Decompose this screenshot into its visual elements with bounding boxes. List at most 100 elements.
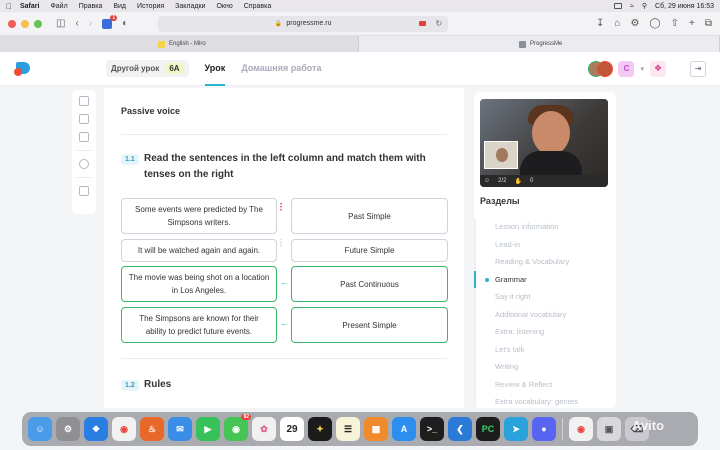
menu-clock[interactable]: Сб, 29 июня 16:53 — [655, 3, 714, 10]
match-right-card-3[interactable]: Past Continuous — [291, 266, 448, 302]
section-item[interactable]: Let's talk — [474, 340, 616, 358]
forward-icon[interactable]: › — [89, 18, 92, 29]
section-item[interactable]: Extra vocabulary: genres — [474, 393, 616, 408]
layout-icon[interactable] — [79, 186, 89, 196]
wifi-icon[interactable]: ≈ — [630, 3, 634, 10]
pycharm-icon[interactable]: PC — [476, 417, 500, 441]
other-lesson-button[interactable]: Другой урок 6А — [106, 60, 189, 77]
match-right-card-2[interactable]: Future Simple — [291, 239, 448, 262]
camera-recording-icon[interactable] — [419, 21, 427, 26]
timer-icon[interactable] — [79, 159, 89, 169]
apple-icon[interactable]:  — [6, 2, 12, 11]
video-status-bar: ☺ 2/2 ✋ 0 — [480, 175, 608, 187]
finder-icon[interactable]: ☺ — [28, 417, 52, 441]
sidebar-toggle-icon[interactable]: ◫ — [56, 18, 65, 29]
address-bar[interactable]: 🔒 progressme.ru ↻ — [158, 15, 449, 32]
section-item[interactable]: Review & Reflect — [474, 375, 616, 393]
menu-window[interactable]: Окно — [216, 3, 232, 10]
share-icon[interactable]: ⇧ — [671, 18, 679, 29]
downloads-icon[interactable]: ↧ — [596, 18, 604, 29]
match-left-card-3[interactable]: The movie was being shot on a location i… — [121, 266, 277, 302]
messages-icon[interactable]: ◉ 92 — [224, 414, 251, 441]
video-call[interactable]: ☺ 2/2 ✋ 0 — [480, 99, 608, 187]
section-item[interactable]: Writing — [474, 358, 616, 376]
reload-icon[interactable]: ↻ — [435, 19, 442, 28]
match-left-card-4[interactable]: The Simpsons are known for their ability… — [121, 307, 277, 343]
vscode-icon[interactable]: ❮ — [448, 417, 472, 441]
drag-handle-icon[interactable]: • • • — [280, 238, 282, 250]
other-lesson-label: Другой урок — [111, 64, 160, 73]
chrome-icon[interactable]: ◉ — [112, 417, 136, 441]
new-tab-icon[interactable]: + — [689, 18, 695, 29]
telegram-icon[interactable]: ➤ — [504, 417, 528, 441]
privacy-shield-icon[interactable]: ◐ — [122, 18, 128, 29]
match-right-card-1[interactable]: Past Simple — [291, 198, 448, 234]
app-store-icon[interactable]: A — [392, 417, 416, 441]
menu-file[interactable]: Файл — [50, 3, 67, 10]
section-item[interactable]: Lesson information — [474, 218, 616, 236]
system-settings-icon[interactable]: ⚙ — [56, 417, 80, 441]
chevron-down-icon[interactable]: ▾ — [640, 65, 644, 73]
messages-badge: 92 — [241, 414, 251, 420]
chrome-icon[interactable]: ◉ — [569, 417, 593, 441]
terminal-icon[interactable]: >_ — [420, 417, 444, 441]
search-icon[interactable]: ⚲ — [642, 2, 647, 10]
section-item[interactable]: Extra: listening — [474, 323, 616, 341]
notes-app-icon[interactable]: ☰ — [336, 417, 360, 441]
raised-hands-icon: ✋ — [514, 178, 522, 185]
tab-lesson[interactable]: Урок — [204, 52, 226, 86]
translate-icon[interactable] — [79, 114, 89, 124]
books-icon[interactable]: ▦ — [364, 417, 388, 441]
close-window-button[interactable] — [8, 19, 16, 28]
tab-overview-icon[interactable]: ⧉ — [705, 18, 712, 29]
sections-list: Lesson information Lead-in Reading & Voc… — [474, 218, 616, 408]
extension-icon[interactable]: 1 — [102, 14, 118, 29]
tab-miro[interactable]: English - Miro — [0, 36, 359, 52]
tab-homework[interactable]: Домашняя работа — [241, 52, 321, 86]
mail-icon[interactable]: ✉ — [168, 417, 192, 441]
menu-app-name[interactable]: Safari — [20, 3, 39, 10]
back-icon[interactable]: ‹ — [75, 18, 78, 29]
window-controls — [8, 19, 42, 28]
discord-icon[interactable]: ● — [532, 417, 556, 441]
menu-help[interactable]: Справка — [244, 3, 271, 10]
task-divider — [121, 358, 447, 359]
section-item[interactable]: Additional vocabulary — [474, 305, 616, 323]
drag-handle-icon[interactable]: • • • — [280, 202, 282, 214]
side-panel: ☺ 2/2 ✋ 0 Разделы Lesson information Lea… — [474, 92, 616, 408]
notes-icon[interactable] — [79, 132, 89, 142]
menu-bookmarks[interactable]: Закладки — [175, 3, 205, 10]
section-item-active[interactable]: Grammar — [474, 270, 616, 288]
firefox-icon[interactable]: ♨ — [140, 417, 164, 441]
battery-icon[interactable] — [614, 3, 623, 9]
menu-edit[interactable]: Правка — [79, 3, 103, 10]
settings-icon[interactable]: ⚙ — [630, 18, 639, 29]
self-video-preview[interactable] — [484, 141, 518, 169]
match-left-card-2[interactable]: It will be watched again and again. — [121, 239, 277, 262]
calendar-icon[interactable]: 29 — [280, 417, 304, 441]
facetime-icon[interactable]: ▶ — [196, 417, 220, 441]
user-avatar[interactable]: C — [618, 60, 635, 77]
section-item[interactable]: Lead-in — [474, 235, 616, 253]
freeform-icon[interactable]: ✦ — [308, 417, 332, 441]
chat-icon[interactable] — [79, 96, 89, 106]
screenshot-icon[interactable]: ◯ — [649, 18, 660, 29]
tab-progressme[interactable]: ProgressMe — [359, 36, 720, 52]
participants-avatars[interactable] — [588, 60, 614, 77]
menu-view[interactable]: Вид — [113, 3, 126, 10]
zoom-window-button[interactable] — [34, 19, 42, 28]
home-icon[interactable]: ⌂ — [614, 18, 620, 29]
exit-lesson-icon[interactable]: ⇥ — [690, 60, 706, 77]
section-item[interactable]: Say it right — [474, 288, 616, 306]
minimize-window-button[interactable] — [21, 19, 29, 28]
section-item[interactable]: Reading & Vocabulary — [474, 253, 616, 271]
preview-icon[interactable]: ▣ — [597, 417, 621, 441]
photos-icon[interactable]: ✿ — [252, 417, 276, 441]
menu-history[interactable]: История — [137, 3, 164, 10]
match-left-card-1[interactable]: Some events were predicted by The Simpso… — [121, 198, 277, 234]
match-right-card-4[interactable]: Present Simple — [291, 307, 448, 343]
safari-icon[interactable]: ❖ — [84, 417, 108, 441]
progressme-logo[interactable] — [14, 60, 34, 78]
tool-rail — [72, 90, 96, 214]
gift-icon[interactable]: ❖ — [650, 60, 666, 77]
